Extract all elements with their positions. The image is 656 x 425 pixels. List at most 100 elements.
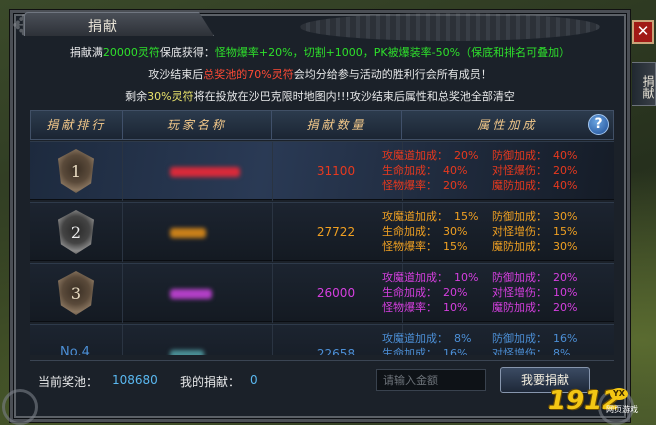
attribute-value: 40% <box>553 179 578 192</box>
attribute-value: 10% <box>443 301 468 314</box>
attribute-label: 攻魔道加成： <box>382 271 448 284</box>
ranking-list[interactable]: 1 31100 攻魔道加成： 20% 防御加成： 40% 生命加成： 40% 对怪爆伤： 20% 怪… <box>30 141 614 355</box>
attribute-bonus: 生命加成： 20% <box>382 286 467 299</box>
header-player-name: 玩家名称 <box>123 111 273 139</box>
close-icon: ✕ <box>636 22 650 40</box>
rank-medal-icon: 1 <box>58 149 94 193</box>
player-name-redacted <box>170 167 240 177</box>
attribute-bonus: 攻魔道加成： 20% <box>382 149 478 162</box>
attribute-label: 对怪增伤： <box>492 347 547 355</box>
attribute-label: 魔防加成： <box>492 179 547 192</box>
attribute-value: 20% <box>553 271 578 284</box>
info-segment: 会均分给参与活动的胜利行会所有成员！ <box>293 68 492 81</box>
attribute-value: 8% <box>553 347 571 355</box>
rank-medal-icon: 3 <box>58 271 94 315</box>
attribute-bonus: 攻魔道加成： 15% <box>382 210 478 223</box>
donation-amount: 31100 <box>316 164 356 178</box>
info-segment: 剩余 <box>125 90 148 103</box>
site-logo: 1912 YX 网页游戏 <box>548 386 652 422</box>
attribute-value: 20% <box>443 179 468 192</box>
attribute-label: 魔防加成： <box>492 301 547 314</box>
column-divider <box>122 203 123 262</box>
window-title: 捐献 <box>88 19 118 35</box>
attribute-value: 30% <box>553 210 578 223</box>
attribute-label: 对怪爆伤： <box>492 164 547 177</box>
attribute-bonus: 魔防加成： 40% <box>492 179 577 192</box>
logo-subtitle: 网页游戏 <box>606 405 638 414</box>
attribute-value: 16% <box>443 347 468 355</box>
column-divider <box>122 325 123 355</box>
info-segment: 捐献满 <box>69 46 103 59</box>
info-segment: 保底获得： <box>159 46 215 59</box>
attribute-value: 20% <box>443 286 468 299</box>
tab-donate[interactable]: 捐献 <box>632 62 656 106</box>
attribute-label: 防御加成： <box>492 149 547 162</box>
donation-amount-input[interactable] <box>376 369 486 391</box>
attribute-bonus: 防御加成： 40% <box>492 149 577 162</box>
question-icon: ? <box>594 116 603 132</box>
attribute-value: 10% <box>454 271 479 284</box>
player-name-redacted <box>170 228 206 238</box>
attribute-label: 防御加成： <box>492 332 547 345</box>
attribute-bonus: 攻魔道加成： 8% <box>382 332 471 345</box>
prize-pool-value: 108680 <box>112 373 158 387</box>
attribute-value: 20% <box>553 164 578 177</box>
attribute-value: 30% <box>553 240 578 253</box>
donation-amount: 27722 <box>316 225 356 239</box>
attribute-label: 对怪增伤： <box>492 225 547 238</box>
attribute-label: 防御加成： <box>492 210 547 223</box>
attribute-bonus: 怪物爆率： 15% <box>382 240 467 253</box>
attribute-bonus: 防御加成： 16% <box>492 332 577 345</box>
info-segment: 30%灵符 <box>147 90 194 103</box>
column-divider <box>272 203 273 262</box>
attribute-value: 30% <box>443 225 468 238</box>
header-attribute-bonus: 属性加成 <box>477 118 538 132</box>
ranking-table-header: 捐献排行 玩家名称 捐献数量 属性加成 <box>30 110 614 140</box>
attribute-label: 魔防加成： <box>492 240 547 253</box>
info-segment: 怪物爆率+20%，切割+1000，PK被爆装率-50% <box>214 46 461 59</box>
player-name-redacted <box>170 289 212 299</box>
attribute-label: 对怪增伤： <box>492 286 547 299</box>
attribute-label: 生命加成： <box>382 164 437 177</box>
info-line-guarantee: 捐献满20000灵符保底获得：怪物爆率+20%，切割+1000，PK被爆装率-5… <box>30 44 610 60</box>
my-donation-value: 0 <box>250 373 258 387</box>
column-divider <box>122 142 123 201</box>
ranking-row: 3 26000 攻魔道加成： 10% 防御加成： 20% 生命加成： 20% 对怪增伤： 10% 怪… <box>30 263 614 323</box>
help-button[interactable]: ? <box>588 114 609 135</box>
attribute-label: 怪物爆率： <box>382 179 437 192</box>
header-rank: 捐献排行 <box>31 111 123 139</box>
my-donation-label: 我的捐献： <box>180 375 241 389</box>
info-segment: 将在投放在沙巴克限时地图内!!!攻沙结束后属性和总奖池全部清空 <box>193 90 515 103</box>
attribute-label: 生命加成： <box>382 225 437 238</box>
attribute-value: 15% <box>454 210 479 223</box>
attribute-bonus: 生命加成： 40% <box>382 164 467 177</box>
info-segment: 20000灵符 <box>102 46 160 59</box>
column-divider <box>272 142 273 201</box>
attribute-value: 15% <box>443 240 468 253</box>
donation-amount: 22658 <box>316 347 356 355</box>
attribute-value: 40% <box>553 149 578 162</box>
info-line-remaining: 剩余30%灵符将在投放在沙巴克限时地图内!!!攻沙结束后属性和总奖池全部清空 <box>30 88 610 104</box>
close-button[interactable]: ✕ <box>632 20 654 44</box>
attribute-bonus: 魔防加成： 20% <box>492 301 577 314</box>
attribute-bonus: 攻魔道加成： 10% <box>382 271 478 284</box>
title-tab <box>24 12 214 36</box>
attribute-bonus: 魔防加成： 30% <box>492 240 577 253</box>
attribute-bonus: 对怪增伤： 10% <box>492 286 577 299</box>
column-divider <box>122 264 123 323</box>
attribute-label: 攻魔道加成： <box>382 210 448 223</box>
attribute-label: 生命加成： <box>382 347 437 355</box>
attribute-label: 生命加成： <box>382 286 437 299</box>
attribute-bonus: 生命加成： 30% <box>382 225 467 238</box>
player-name-redacted <box>170 350 204 355</box>
attribute-bonus: 防御加成： 30% <box>492 210 577 223</box>
attribute-value: 16% <box>553 332 578 345</box>
column-divider <box>272 264 273 323</box>
attribute-value: 20% <box>553 301 578 314</box>
attribute-bonus: 怪物爆率： 10% <box>382 301 467 314</box>
attribute-bonus: 怪物爆率： 20% <box>382 179 467 192</box>
attribute-label: 攻魔道加成： <box>382 332 448 345</box>
attribute-bonus: 防御加成： 20% <box>492 271 577 284</box>
info-line-prize-pool: 攻沙结束后总奖池的70%灵符会均分给参与活动的胜利行会所有成员！ <box>30 66 610 82</box>
attribute-value: 20% <box>454 149 479 162</box>
